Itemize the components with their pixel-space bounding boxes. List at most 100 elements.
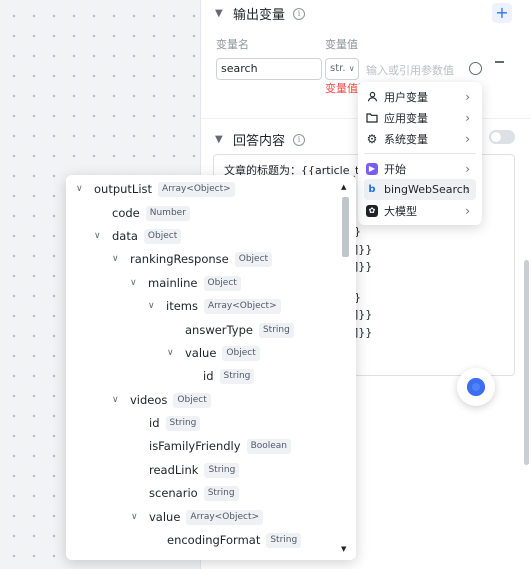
- menu-item-llm[interactable]: ✿ 大模型 ›: [364, 200, 476, 221]
- type-badge: Object: [203, 275, 241, 291]
- tree-scrollbar[interactable]: ▲ ▼: [340, 183, 350, 553]
- type-badge: Object: [173, 392, 211, 408]
- tree-node[interactable]: readLink String: [131, 460, 240, 480]
- tree-node-label: mainline: [148, 276, 198, 290]
- menu-item-start-node[interactable]: ▶ 开始 ›: [364, 158, 476, 179]
- menu-item-system-variables[interactable]: ⚙ 系统变量 ›: [364, 128, 476, 149]
- chevron-down-icon[interactable]: ∨: [94, 231, 106, 241]
- menu-item-label: 系统变量: [384, 132, 428, 146]
- assistant-fab-button[interactable]: [457, 368, 495, 406]
- tree-node[interactable]: encodingFormat String: [149, 530, 302, 550]
- chevron-down-icon: ∨: [348, 64, 355, 73]
- type-badge: String: [204, 462, 240, 478]
- tree-node[interactable]: scenario String: [131, 483, 239, 503]
- chevron-down-icon[interactable]: ∨: [130, 278, 142, 288]
- type-badge: String: [258, 322, 294, 338]
- tree-node[interactable]: ∨ mainline Object: [130, 273, 241, 293]
- tree-node-label: scenario: [149, 486, 198, 500]
- output-variables-header[interactable]: ▼ 输出变量 i: [215, 4, 306, 23]
- chevron-down-icon[interactable]: ∨: [148, 301, 160, 311]
- menu-item-bing-web-search[interactable]: b bingWebSearch ›: [364, 179, 476, 200]
- reference-variable-icon[interactable]: [469, 62, 482, 75]
- bing-icon: b: [368, 184, 376, 195]
- remove-variable-icon[interactable]: [495, 61, 504, 63]
- menu-item-label: 用户变量: [384, 90, 428, 104]
- tree-node[interactable]: isFamilyFriendly Boolean: [131, 436, 292, 456]
- editor-line: ]}}: [354, 326, 373, 339]
- tree-node-label: videos: [130, 393, 168, 407]
- tree-node-label: answerType: [185, 323, 253, 337]
- tree-node[interactable]: id String: [131, 413, 201, 433]
- menu-item-app-variables[interactable]: 应用变量 ›: [364, 107, 476, 128]
- tree-node-label: code: [112, 206, 140, 220]
- value-type-select[interactable]: str. ∨: [325, 58, 359, 80]
- gear-icon: ⚙: [366, 131, 378, 146]
- answer-content-header[interactable]: ▼ 回答内容 i: [215, 130, 306, 149]
- tree-node-label: rankingResponse: [130, 252, 229, 266]
- chevron-down-icon[interactable]: ▼: [215, 134, 225, 145]
- tree-node-label: encodingFormat: [167, 533, 261, 547]
- tree-node-label: data: [112, 229, 138, 243]
- user-icon: [366, 91, 378, 103]
- menu-item-label: 应用变量: [384, 111, 428, 125]
- menu-item-label: 大模型: [384, 204, 417, 218]
- chevron-right-icon: ›: [465, 182, 470, 197]
- column-header-name: 变量名: [216, 38, 249, 51]
- type-badge: Object: [234, 251, 273, 267]
- chevron-right-icon: ›: [465, 89, 470, 104]
- tree-node-label: id: [203, 369, 214, 383]
- column-header-value: 变量值: [325, 38, 358, 51]
- chevron-right-icon: ›: [465, 161, 470, 176]
- tree-node[interactable]: ∨ rankingResponse Object: [112, 249, 273, 269]
- scroll-down-icon[interactable]: ▼: [341, 545, 346, 553]
- type-badge: Number: [145, 205, 190, 221]
- variable-source-menu: 用户变量 › 应用变量 › ⚙ 系统变量 › ▶ 开始 › b bingWebS…: [358, 82, 482, 225]
- chevron-down-icon[interactable]: ∨: [76, 184, 88, 194]
- type-badge: Object: [143, 228, 182, 244]
- tree-node[interactable]: ∨ value Array<Object>: [131, 507, 264, 527]
- editor-line: ]}}: [354, 308, 373, 321]
- tree-node[interactable]: ∨ items Array<Object>: [148, 296, 281, 316]
- tree-node-label: isFamilyFriendly: [149, 439, 241, 453]
- type-badge: Boolean: [246, 438, 292, 454]
- add-variable-button[interactable]: +: [492, 3, 512, 23]
- chevron-right-icon: ›: [465, 110, 470, 125]
- chevron-down-icon[interactable]: ∨: [112, 395, 124, 405]
- variable-value-input[interactable]: 输入或引用参数值: [366, 62, 454, 78]
- type-badge: Object: [222, 345, 260, 361]
- type-badge: Array<Object>: [203, 298, 281, 314]
- tree-node[interactable]: ∨ outputList Array<Object>: [76, 179, 235, 199]
- type-badge: Array<Object>: [158, 181, 235, 197]
- tree-node[interactable]: ∨ value Object: [167, 343, 260, 363]
- tree-node-label: value: [185, 346, 217, 360]
- tree-node-label: id: [149, 416, 160, 430]
- stream-output-toggle[interactable]: [489, 130, 515, 144]
- tree-node[interactable]: ∨ videos Object: [112, 390, 211, 410]
- output-variables-title: 输出变量: [233, 8, 286, 23]
- tree-node[interactable]: id String: [185, 366, 255, 386]
- panel-scrollbar[interactable]: [524, 260, 529, 465]
- info-icon[interactable]: i: [293, 133, 306, 146]
- type-badge: String: [165, 415, 201, 431]
- tree-node[interactable]: code Number: [94, 203, 190, 223]
- chevron-down-icon[interactable]: ∨: [112, 254, 124, 264]
- scrollbar-thumb[interactable]: [342, 197, 349, 257]
- chevron-down-icon[interactable]: ▼: [215, 8, 225, 19]
- menu-item-label: 开始: [384, 162, 406, 176]
- chevron-down-icon[interactable]: ∨: [131, 512, 143, 522]
- folder-icon: [366, 112, 378, 124]
- scroll-up-icon[interactable]: ▲: [341, 183, 346, 191]
- info-icon[interactable]: i: [293, 7, 306, 20]
- menu-item-label: bingWebSearch: [384, 183, 470, 196]
- menu-item-user-variables[interactable]: 用户变量 ›: [364, 86, 476, 107]
- editor-line: ]}}: [354, 243, 373, 256]
- start-node-icon: ▶: [366, 162, 378, 175]
- type-badge: String: [219, 368, 255, 384]
- tree-node[interactable]: ∨ data Object: [94, 226, 182, 246]
- chevron-down-icon[interactable]: ∨: [167, 348, 179, 358]
- tree-node[interactable]: answerType String: [167, 320, 294, 340]
- editor-line: ]}}: [354, 260, 373, 273]
- variable-name-input[interactable]: search: [216, 58, 322, 80]
- value-type-label: str.: [330, 63, 346, 74]
- variable-tree-dropdown: ∨ outputList Array<Object> code Number ∨ dat…: [66, 175, 356, 560]
